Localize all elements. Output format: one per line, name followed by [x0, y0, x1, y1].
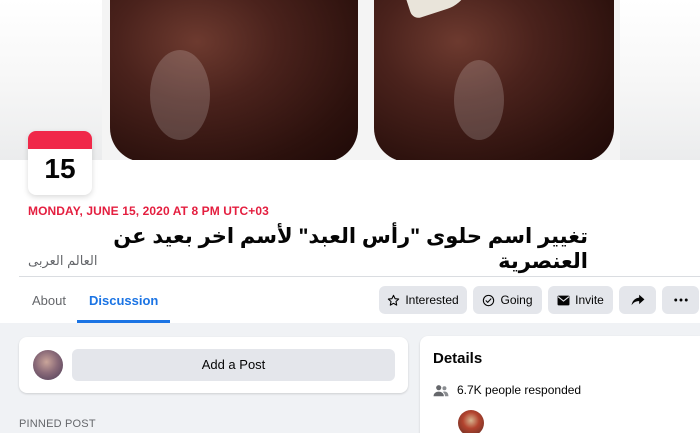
ellipsis-icon — [673, 298, 688, 302]
header-divider — [19, 276, 700, 277]
invite-label: Invite — [575, 293, 604, 307]
check-circle-icon — [483, 294, 495, 306]
chocolate-cake-right — [374, 0, 614, 160]
responded-count: 6.7K people responded — [457, 383, 582, 397]
event-host[interactable]: العالم العربى — [28, 253, 100, 269]
going-label: Going — [500, 293, 533, 307]
event-title: تغيير اسم حلوى "رأس العبد" لأسم اخر بعيد… — [113, 225, 588, 273]
more-options-button[interactable] — [662, 286, 699, 314]
pinned-post-heading: PINNED POST — [19, 418, 96, 430]
details-title: Details — [433, 350, 483, 367]
interested-label: Interested — [405, 293, 459, 307]
user-avatar[interactable] — [33, 350, 63, 380]
calendar-date-badge: 15 — [28, 131, 92, 195]
responder-avatar[interactable] — [458, 410, 484, 433]
calendar-band — [28, 131, 92, 149]
interested-button[interactable]: Interested — [379, 286, 467, 314]
going-button[interactable]: Going — [473, 286, 542, 314]
share-button[interactable] — [619, 286, 656, 314]
share-arrow-icon — [631, 294, 644, 306]
details-card: Details 6.7K people responded — [420, 336, 700, 433]
star-icon — [388, 294, 400, 306]
event-date-time: MONDAY, JUNE 15, 2020 AT 8 PM UTC+03 — [28, 204, 269, 218]
cake-highlight — [150, 50, 210, 140]
people-icon — [433, 384, 449, 396]
chocolate-cake-left — [110, 0, 358, 160]
tab-about[interactable]: About — [20, 283, 78, 323]
invite-button[interactable]: Invite — [548, 286, 613, 314]
people-responded-row[interactable]: 6.7K people responded — [433, 383, 581, 397]
calendar-day: 15 — [44, 153, 76, 184]
cover-photo[interactable] — [102, 0, 620, 160]
tab-discussion[interactable]: Discussion — [77, 283, 171, 323]
cake-highlight — [454, 60, 504, 140]
cover-photo-area — [0, 0, 700, 160]
envelope-icon — [557, 295, 570, 305]
cake-cream — [402, 0, 480, 20]
add-post-button[interactable]: Add a Post — [72, 349, 395, 381]
create-post-card: Add a Post — [19, 337, 408, 393]
